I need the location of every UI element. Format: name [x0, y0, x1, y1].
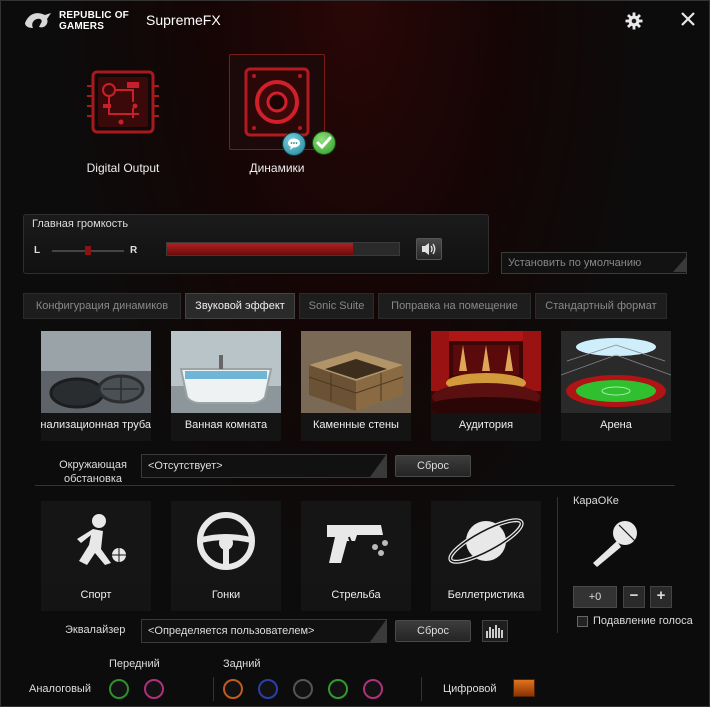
tab-speaker-config[interactable]: Конфигурация динамиков	[23, 293, 181, 319]
eq-tile-label: Беллетристика	[447, 589, 525, 601]
balance-left-label: L	[34, 245, 41, 256]
title-bar: REPUBLIC OF GAMERS SupremeFX	[1, 1, 710, 41]
microphone-icon[interactable]	[585, 515, 645, 571]
env-tile-sewer-pipe[interactable]: Канализационная труба	[41, 331, 151, 441]
close-icon[interactable]	[679, 10, 697, 28]
set-default-button[interactable]: Установить по умолчанию	[501, 252, 687, 274]
device-label-speakers: Динамики	[249, 161, 305, 175]
rear-jack-orange[interactable]	[223, 679, 243, 699]
env-tile-bathroom[interactable]: Ванная комната	[171, 331, 281, 441]
environment-label-line1: Окружающая	[59, 459, 127, 471]
eq-tile-label: Гонки	[211, 589, 241, 601]
jack-separator	[421, 677, 422, 701]
environment-label: Окружающая обстановка	[55, 458, 131, 486]
divider	[35, 485, 675, 486]
tab-sound-effect[interactable]: Звуковой эффект	[185, 293, 295, 319]
eq-tile-label: Спорт	[80, 589, 112, 601]
rear-jack-black[interactable]	[293, 679, 313, 699]
basketball-player-icon	[41, 501, 151, 583]
karaoke-plus-button[interactable]: +	[650, 586, 672, 608]
sewer-pipe-icon	[41, 331, 151, 413]
volume-slider[interactable]	[166, 242, 400, 256]
env-tile-label: Канализационная труба	[41, 419, 151, 431]
planet-icon	[431, 501, 541, 583]
balance-right-label: R	[130, 245, 138, 256]
steering-wheel-icon	[171, 501, 281, 583]
tab-sonic-suite[interactable]: Sonic Suite	[299, 293, 374, 319]
front-label: Передний	[109, 658, 160, 670]
tab-standard-format[interactable]: Стандартный формат	[535, 293, 667, 319]
device-label-digital: Digital Output	[86, 161, 160, 175]
rear-label: Задний	[223, 658, 261, 670]
eq-tile-fiction[interactable]: Беллетристика	[431, 501, 541, 611]
checkmark-icon	[312, 131, 336, 155]
equalizer-select[interactable]: <Определяется пользователем>	[141, 619, 387, 643]
environment-label-line2: обстановка	[63, 473, 123, 485]
digital-output-icon	[87, 70, 159, 134]
device-digital-output[interactable]	[75, 56, 171, 152]
equalizer-bars-icon	[486, 625, 503, 638]
equalizer-select-value: <Определяется пользователем>	[148, 625, 315, 637]
speaker-volume-icon	[422, 243, 436, 255]
speaker-icon	[244, 67, 310, 137]
env-tile-stone-walls[interactable]: Каменные стены	[301, 331, 411, 441]
equalizer-label: Эквалайзер	[65, 624, 126, 636]
digital-label: Цифровой	[443, 683, 497, 695]
rear-jack-pink[interactable]	[363, 679, 383, 699]
env-tile-arena[interactable]: Арена	[561, 331, 671, 441]
balance-slider-thumb[interactable]	[85, 246, 91, 255]
analog-label: Аналоговый	[29, 683, 91, 695]
supremefx-window: REPUBLIC OF GAMERS SupremeFX Digital Out…	[0, 0, 710, 707]
rear-jack-blue[interactable]	[258, 679, 278, 699]
environment-select[interactable]: <Отсутствует>	[141, 454, 387, 478]
env-tile-label: Арена	[600, 419, 632, 431]
karaoke-minus-button[interactable]: −	[623, 586, 645, 608]
environment-select-value: <Отсутствует>	[148, 460, 223, 472]
brand-line1: REPUBLIC OF	[59, 10, 129, 21]
divider-vertical	[557, 497, 558, 633]
arena-icon	[561, 331, 671, 413]
eq-tile-shooter[interactable]: Стрельба	[301, 501, 411, 611]
auditorium-icon	[431, 331, 541, 413]
front-jack-green[interactable]	[109, 679, 129, 699]
digital-jack-icon[interactable]	[513, 679, 535, 697]
pistol-icon	[301, 501, 411, 583]
gear-icon[interactable]	[625, 12, 643, 30]
env-tile-label: Аудитория	[458, 419, 514, 431]
bathtub-icon	[171, 331, 281, 413]
master-volume-panel: Главная громкость L R	[23, 214, 489, 274]
karaoke-title: КараОКе	[573, 495, 619, 507]
tab-room-correction[interactable]: Поправка на помещение	[378, 293, 531, 319]
env-tile-label: Ванная комната	[184, 419, 268, 431]
default-button-corner-icon	[673, 256, 687, 272]
environment-reset-button[interactable]: Сброс	[395, 455, 471, 477]
brand-text: REPUBLIC OF GAMERS	[59, 10, 129, 32]
chevron-down-icon	[370, 455, 386, 477]
rear-jack-green[interactable]	[328, 679, 348, 699]
eq-tile-sport[interactable]: Спорт	[41, 501, 151, 611]
rog-logo-icon	[25, 13, 51, 28]
brand-line2: GAMERS	[59, 21, 105, 32]
voice-cancel-label: Подавление голоса	[593, 615, 693, 627]
stone-walls-icon	[301, 331, 411, 413]
chevron-down-icon	[370, 620, 386, 642]
equalizer-reset-button[interactable]: Сброс	[395, 620, 471, 642]
jack-separator	[213, 677, 214, 701]
front-jack-pink[interactable]	[144, 679, 164, 699]
eq-tile-racing[interactable]: Гонки	[171, 501, 281, 611]
equalizer-settings-button[interactable]	[482, 620, 508, 642]
volume-slider-fill	[167, 243, 353, 255]
karaoke-key-value: +0	[573, 586, 617, 608]
device-speakers[interactable]	[229, 54, 325, 150]
master-volume-title: Главная громкость	[32, 218, 129, 230]
chat-bubble-icon[interactable]	[282, 132, 306, 156]
env-tile-auditorium[interactable]: Аудитория	[431, 331, 541, 441]
eq-tile-label: Стрельба	[331, 589, 381, 601]
env-tile-label: Каменные стены	[313, 419, 399, 431]
app-title: SupremeFX	[146, 12, 221, 28]
voice-cancel-checkbox[interactable]	[577, 616, 588, 627]
mute-button[interactable]	[416, 238, 442, 260]
